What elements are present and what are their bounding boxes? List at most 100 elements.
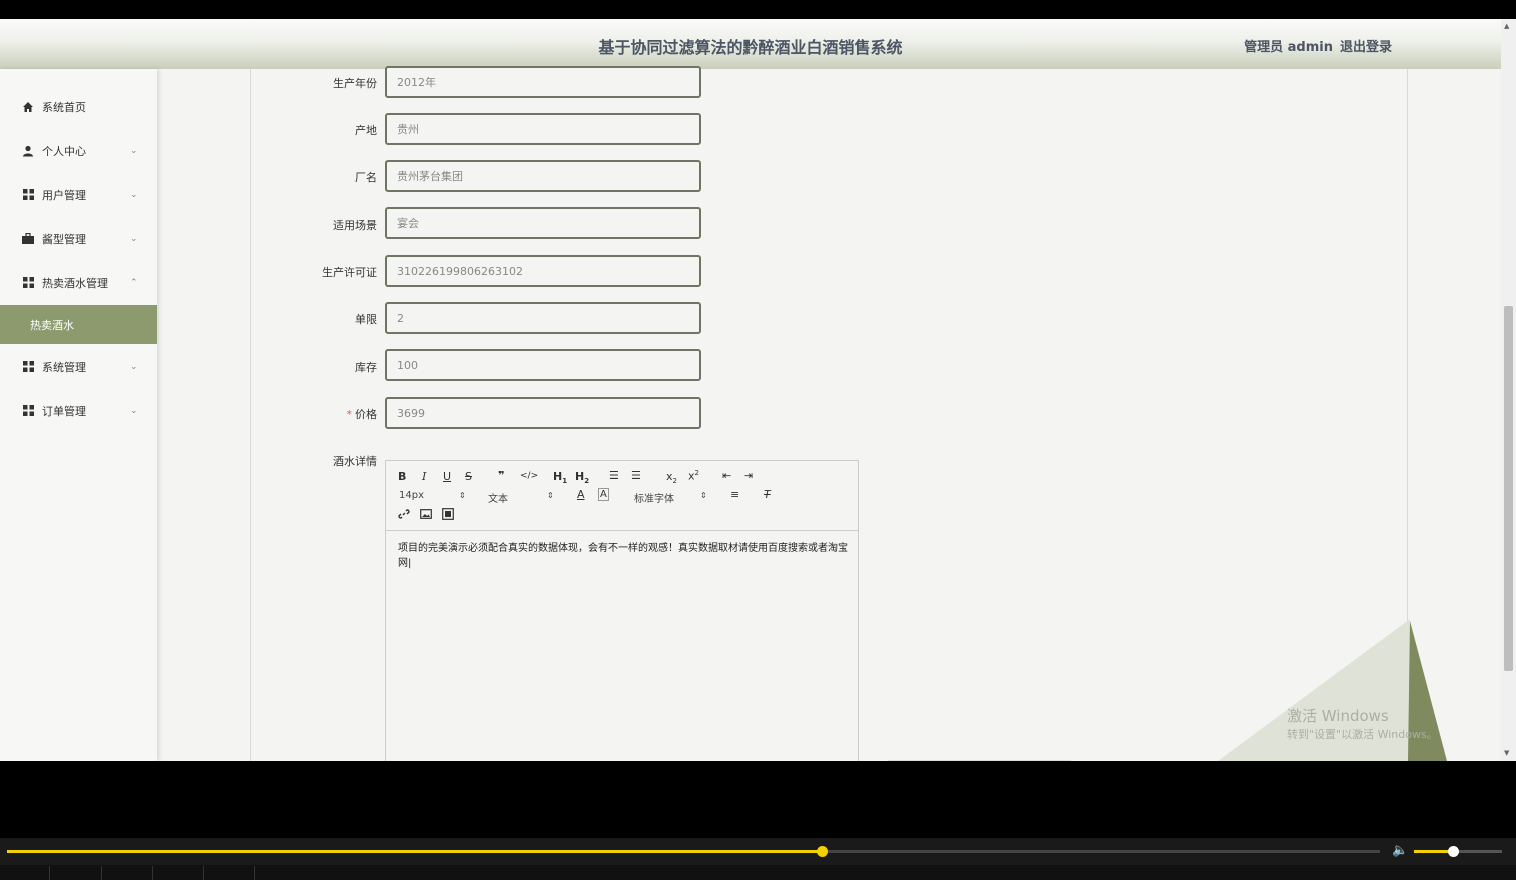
blockquote-icon[interactable]: ❞: [498, 469, 504, 482]
subscript-icon[interactable]: x2: [666, 470, 677, 485]
block-type-select[interactable]: 文本 ⇕: [488, 490, 558, 505]
volume-icon[interactable]: 🔈: [1392, 843, 1408, 858]
seek-progress: [7, 850, 823, 853]
video-icon[interactable]: [442, 508, 454, 523]
heading2-icon[interactable]: H2: [575, 470, 589, 485]
volume-knob[interactable]: [1448, 846, 1460, 857]
font-color-icon[interactable]: A: [577, 488, 585, 501]
underline-icon[interactable]: U: [443, 470, 451, 483]
editor-toolbar: B I U S ❞ </> H1 H2 ☰ ☰ x2 x2 ⇤ ⇥ 14px ⇕: [386, 461, 858, 531]
taskbar-segment[interactable]: [153, 866, 204, 880]
grid-icon: [22, 189, 34, 201]
app-window: 基于协同过滤算法的黔醉酒业白酒销售系统 管理员 admin 退出登录 系统首页 …: [0, 19, 1501, 761]
font-size-select[interactable]: 14px ⇕: [399, 490, 469, 501]
italic-icon[interactable]: I: [422, 470, 426, 483]
link-icon[interactable]: [398, 508, 410, 523]
image-icon[interactable]: [420, 508, 432, 523]
chevron-down-icon: ⌄: [130, 361, 138, 372]
select-arrows-icon: ⇕: [459, 491, 466, 500]
detail-label: 酒水详情: [333, 455, 377, 468]
sidebar-item-label: 系统管理: [42, 360, 86, 374]
superscript-icon[interactable]: x2: [688, 469, 699, 483]
strikethrough-icon[interactable]: S: [465, 470, 472, 483]
field-label: 单限: [355, 313, 377, 326]
sidebar-item-label: 热卖酒水管理: [42, 276, 108, 290]
taskbar-segment[interactable]: [102, 866, 153, 880]
scroll-up-icon[interactable]: ▲: [1504, 22, 1509, 30]
home-icon: [22, 101, 34, 113]
select-arrows-icon: ⇕: [547, 491, 554, 500]
field-label-required: * 价格: [347, 406, 378, 422]
sidebar-item-hot-drinks-management[interactable]: 热卖酒水管理 ⌃: [0, 263, 157, 302]
ime-toolbar[interactable]: S 中 ☾ °, ⌨ ● 简 ▼ ✿ ♪: [888, 760, 1071, 761]
chevron-down-icon: ⌄: [130, 405, 138, 416]
sidebar-item-user-management[interactable]: 用户管理 ⌄: [0, 175, 157, 214]
field-label: 生产许可证: [322, 266, 377, 279]
field-label: 厂名: [355, 171, 377, 184]
page-scrollbar[interactable]: ▲ ▼: [1501, 19, 1516, 761]
chevron-down-icon: ⌄: [130, 233, 138, 244]
taskbar-segment[interactable]: [50, 866, 102, 880]
seek-track[interactable]: [7, 850, 1380, 853]
sidebar-item-personal-center[interactable]: 个人中心 ⌄: [0, 131, 157, 170]
logout-button[interactable]: 退出登录: [1340, 36, 1392, 55]
font-size-value: 14px: [399, 490, 424, 501]
price-input[interactable]: 3699: [385, 397, 701, 429]
taskbar-segment[interactable]: [0, 866, 50, 880]
grid-icon: [22, 405, 34, 417]
chevron-up-icon: ⌃: [130, 277, 138, 288]
sidebar-item-type-management[interactable]: 酱型管理 ⌄: [0, 219, 157, 258]
required-asterisk: *: [346, 408, 353, 421]
select-arrows-icon: ⇕: [700, 491, 707, 500]
chevron-down-icon: ⌄: [130, 145, 138, 156]
outdent-icon[interactable]: ⇤: [722, 469, 731, 482]
manufacturer-input[interactable]: 贵州茅台集团: [385, 160, 701, 192]
production-year-input[interactable]: 2012年: [385, 66, 701, 98]
seek-knob[interactable]: [817, 846, 829, 857]
sidebar-item-label: 酱型管理: [42, 232, 86, 246]
sidebar-item-order-management[interactable]: 订单管理 ⌄: [0, 391, 157, 430]
license-input[interactable]: 310226199806263102: [385, 255, 701, 287]
sidebar-item-label: 订单管理: [42, 404, 86, 418]
font-family-select[interactable]: 标准字体 ⇕: [634, 490, 714, 505]
scrollbar-thumb[interactable]: [1504, 306, 1513, 671]
field-label: 库存: [355, 361, 377, 374]
align-icon[interactable]: ≡: [730, 488, 739, 501]
background-color-icon[interactable]: A: [598, 488, 609, 501]
sidebar: 系统首页 个人中心 ⌄ 用户管理 ⌄ 酱型管理 ⌄ 热卖酒水管理 ⌃ 热卖酒水 …: [0, 69, 157, 761]
chevron-down-icon: ⌄: [130, 189, 138, 200]
scenario-input[interactable]: 宴会: [385, 207, 701, 239]
bullet-list-icon[interactable]: ☰: [631, 469, 641, 482]
field-label: 产地: [355, 124, 377, 137]
rich-text-editor[interactable]: B I U S ❞ </> H1 H2 ☰ ☰ x2 x2 ⇤ ⇥ 14px ⇕: [385, 460, 859, 761]
indent-icon[interactable]: ⇥: [744, 469, 753, 482]
bold-icon[interactable]: B: [398, 470, 406, 483]
grid-icon: [22, 361, 34, 373]
taskbar-segment[interactable]: [204, 866, 255, 880]
briefcase-icon: [22, 233, 34, 245]
sidebar-item-label: 个人中心: [42, 144, 86, 158]
admin-user-label: 管理员 admin: [1244, 40, 1333, 55]
user-icon: [22, 145, 34, 157]
sidebar-item-label: 用户管理: [42, 188, 86, 202]
activation-watermark-sub: 转到"设置"以激活 Windows。: [1287, 728, 1438, 741]
block-type-value: 文本: [488, 494, 508, 505]
sidebar-item-home[interactable]: 系统首页: [0, 87, 157, 126]
clear-format-icon[interactable]: T: [764, 488, 771, 501]
taskbar-strip: [0, 865, 1516, 880]
sidebar-item-label: 系统首页: [42, 100, 86, 114]
grid-icon: [22, 277, 34, 289]
sidebar-item-hot-drinks[interactable]: 热卖酒水: [0, 305, 157, 344]
field-label: 适用场景: [333, 219, 377, 232]
scroll-down-icon[interactable]: ▼: [1504, 749, 1509, 757]
purchase-limit-input[interactable]: 2: [385, 302, 701, 334]
sidebar-item-label: 热卖酒水: [30, 318, 74, 332]
stock-input[interactable]: 100: [385, 349, 701, 381]
code-block-icon[interactable]: </>: [520, 471, 538, 481]
sidebar-item-system-management[interactable]: 系统管理 ⌄: [0, 347, 157, 386]
editor-content[interactable]: 项目的完美演示必须配合真实的数据体现，会有不一样的观感！真实数据取材请使用百度搜…: [398, 541, 848, 571]
ordered-list-icon[interactable]: ☰: [609, 469, 619, 482]
heading1-icon[interactable]: H1: [553, 470, 567, 485]
origin-input[interactable]: 贵州: [385, 113, 701, 145]
screen: 基于协同过滤算法的黔醉酒业白酒销售系统 管理员 admin 退出登录 系统首页 …: [0, 0, 1516, 880]
